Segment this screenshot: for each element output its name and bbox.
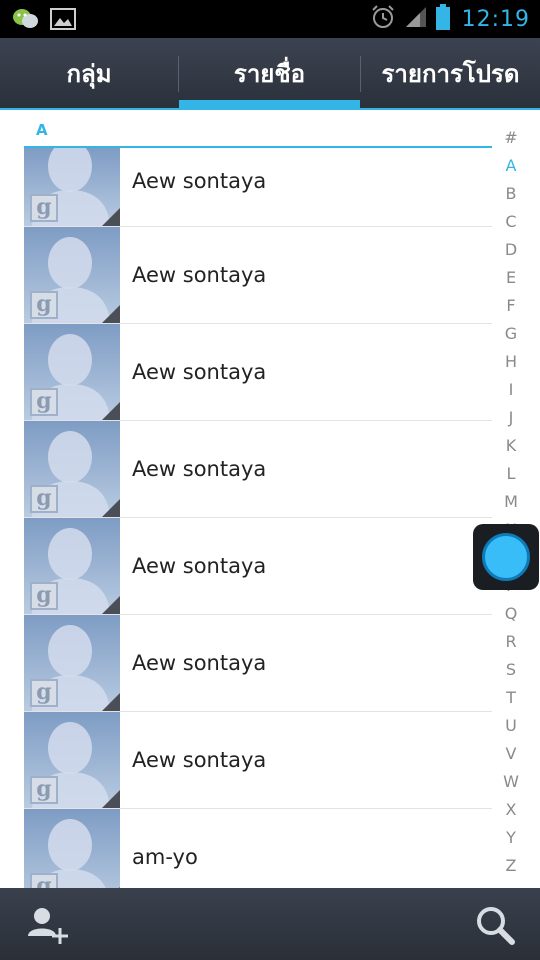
contact-name: Aew sontaya — [132, 457, 267, 481]
contact-list[interactable]: A g Aew sontaya g Aew sontaya g Aew sontaya g A… — [0, 110, 540, 888]
contact-avatar[interactable]: g — [24, 148, 120, 226]
google-account-icon: g — [30, 582, 58, 610]
index-letter[interactable]: U — [494, 712, 528, 740]
search-icon — [477, 907, 515, 945]
contact-avatar[interactable]: g — [24, 518, 120, 614]
index-letter[interactable]: A — [494, 152, 528, 180]
google-account-icon: g — [30, 388, 58, 416]
contact-avatar[interactable]: g — [24, 615, 120, 711]
index-letter[interactable]: M — [494, 488, 528, 516]
wechat-icon — [12, 7, 40, 35]
index-letter[interactable]: R — [494, 628, 528, 656]
index-letter[interactable]: J — [494, 404, 528, 432]
index-letter[interactable]: L — [494, 460, 528, 488]
google-account-icon: g — [30, 194, 58, 222]
index-letter[interactable]: E — [494, 264, 528, 292]
battery-icon — [435, 4, 450, 34]
contact-row[interactable]: g Aew sontaya — [24, 421, 492, 518]
quick-contact-corner — [102, 790, 120, 808]
tab-groups[interactable]: กลุ่ม — [0, 38, 178, 108]
index-letter[interactable]: X — [494, 796, 528, 824]
signal-icon — [404, 5, 428, 33]
contact-avatar[interactable]: g — [24, 227, 120, 323]
contact-avatar[interactable]: g — [24, 324, 120, 420]
search-button[interactable] — [472, 902, 520, 950]
contact-row[interactable]: g Aew sontaya — [24, 615, 492, 712]
index-letter[interactable]: W — [494, 768, 528, 796]
tab-bar: กลุ่ม รายชื่อ รายการโปรด — [0, 38, 540, 110]
quick-contact-corner — [102, 305, 120, 323]
quick-contact-corner — [102, 402, 120, 420]
contact-row[interactable]: g Aew sontaya — [24, 712, 492, 809]
index-letter[interactable]: K — [494, 432, 528, 460]
index-letter[interactable]: C — [494, 208, 528, 236]
image-icon — [50, 7, 76, 35]
tab-favorites[interactable]: รายการโปรด — [361, 38, 540, 108]
contact-avatar[interactable]: g — [24, 421, 120, 517]
tab-contacts[interactable]: รายชื่อ — [179, 38, 360, 108]
contact-row[interactable]: g Aew sontaya — [24, 227, 492, 324]
contact-rows: g Aew sontaya g Aew sontaya g Aew sontaya g Aew… — [24, 148, 492, 888]
quick-contact-corner — [102, 208, 120, 226]
google-account-icon: g — [30, 873, 58, 888]
clock: 12:19 — [461, 6, 530, 32]
contact-row[interactable]: g Aew sontaya — [24, 148, 492, 227]
floating-assistive-button[interactable] — [473, 524, 539, 590]
bottom-action-bar — [0, 888, 540, 960]
quick-contact-corner — [102, 596, 120, 614]
google-account-icon: g — [30, 776, 58, 804]
contact-avatar[interactable]: g — [24, 712, 120, 808]
quick-contact-corner — [102, 693, 120, 711]
index-letter[interactable]: S — [494, 656, 528, 684]
google-account-icon: g — [30, 679, 58, 707]
index-letter[interactable]: Y — [494, 824, 528, 852]
index-letter[interactable]: I — [494, 376, 528, 404]
index-letter[interactable]: G — [494, 320, 528, 348]
add-contact-button[interactable] — [24, 902, 72, 950]
index-letter[interactable]: T — [494, 684, 528, 712]
contact-name: Aew sontaya — [132, 263, 267, 287]
status-bar: 12:19 — [0, 0, 540, 38]
contact-name: am-yo — [132, 845, 198, 869]
index-letter[interactable]: Q — [494, 600, 528, 628]
contact-row[interactable]: g am-yo — [24, 809, 492, 888]
contact-name: Aew sontaya — [132, 554, 267, 578]
index-letter[interactable]: F — [494, 292, 528, 320]
contact-name: Aew sontaya — [132, 169, 267, 193]
index-letter[interactable]: D — [494, 236, 528, 264]
contact-name: Aew sontaya — [132, 360, 267, 384]
section-header: A — [24, 118, 492, 148]
index-letter[interactable]: # — [494, 124, 528, 152]
alarm-icon — [370, 4, 396, 34]
google-account-icon: g — [30, 485, 58, 513]
section-letter: A — [36, 121, 48, 139]
index-letter[interactable]: Z — [494, 852, 528, 880]
alphabet-index[interactable]: #ABCDEFGHIJKLMNOPQRSTUVWXYZ — [494, 124, 528, 880]
index-letter[interactable]: B — [494, 180, 528, 208]
contact-avatar[interactable]: g — [24, 809, 120, 888]
index-letter[interactable]: V — [494, 740, 528, 768]
contact-name: Aew sontaya — [132, 651, 267, 675]
contact-row[interactable]: g Aew sontaya — [24, 518, 492, 615]
assistive-dot-icon — [482, 533, 530, 581]
active-tab-indicator — [179, 100, 360, 108]
quick-contact-corner — [102, 499, 120, 517]
contact-row[interactable]: g Aew sontaya — [24, 324, 492, 421]
contact-name: Aew sontaya — [132, 748, 267, 772]
index-letter[interactable]: H — [494, 348, 528, 376]
add-contact-icon — [28, 908, 68, 944]
google-account-icon: g — [30, 291, 58, 319]
